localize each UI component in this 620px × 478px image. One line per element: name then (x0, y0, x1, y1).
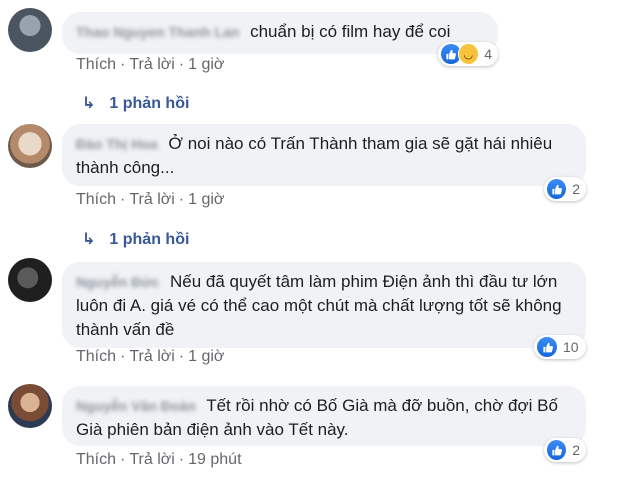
reaction-count: 10 (563, 339, 579, 355)
reaction-count: 2 (572, 442, 580, 458)
comment-bubble: Nguyễn Đức Nếu đã quyết tâm làm phim Điệ… (62, 262, 586, 348)
like-icon (546, 439, 568, 461)
comment-actions: Thích · Trả lời · 19 phút (76, 451, 242, 469)
reaction-summary[interactable]: 2 (544, 177, 586, 201)
comment-actions: Thích · Trả lời · 1 giờ (76, 191, 224, 209)
reply-link[interactable]: Trả lời (129, 56, 174, 73)
separator: · (120, 451, 126, 468)
separator: · (178, 348, 185, 365)
reply-link[interactable]: Trả lời (129, 451, 174, 468)
comment-author[interactable]: Nguyễn Văn Đoàn (76, 398, 196, 414)
comment-bubble: Thao Nguyen Thanh Lan chuẩn bị có film h… (62, 12, 498, 54)
reply-arrow-icon: ↳ (82, 95, 96, 112)
comment-text: chuẩn bị có film hay để coi (250, 22, 451, 41)
timestamp[interactable]: 1 giờ (188, 191, 224, 208)
avatar[interactable] (8, 384, 52, 428)
separator: · (120, 348, 126, 365)
separator: · (178, 191, 185, 208)
separator: · (178, 451, 185, 468)
replies-count-label: 1 phản hồi (109, 231, 190, 248)
like-icon (536, 336, 558, 358)
separator: · (178, 56, 185, 73)
timestamp[interactable]: 19 phút (188, 451, 241, 468)
avatar[interactable] (8, 258, 52, 302)
avatar[interactable] (8, 124, 52, 168)
avatar[interactable] (8, 8, 52, 52)
separator: · (120, 56, 126, 73)
reaction-summary[interactable]: 2 (544, 438, 586, 462)
like-link[interactable]: Thích (76, 348, 116, 365)
like-icon (546, 178, 568, 200)
reply-arrow-icon: ↳ (82, 231, 96, 248)
comment-bubble: Nguyễn Văn Đoàn Tết rồi nhờ có Bố Già mà… (62, 386, 586, 446)
comment-author[interactable]: Đào Thị Hoa (76, 136, 158, 152)
timestamp[interactable]: 1 giờ (188, 56, 224, 73)
reaction-summary[interactable]: ◡ 4 (438, 42, 498, 66)
haha-icon: ◡ (457, 43, 480, 65)
view-replies-link[interactable]: ↳ 1 phản hồi (82, 229, 189, 249)
comment-actions: Thích · Trả lời · 1 giờ (76, 56, 224, 74)
comment-bubble: Đào Thị Hoa Ở noi nào có Trấn Thành tham… (62, 124, 586, 186)
reaction-count: 4 (484, 46, 492, 62)
comment-actions: Thích · Trả lời · 1 giờ (76, 348, 224, 366)
like-link[interactable]: Thích (76, 56, 116, 73)
view-replies-link[interactable]: ↳ 1 phản hồi (82, 93, 189, 113)
like-link[interactable]: Thích (76, 451, 116, 468)
reply-link[interactable]: Trả lời (129, 191, 174, 208)
like-link[interactable]: Thích (76, 191, 116, 208)
comment-author[interactable]: Thao Nguyen Thanh Lan (76, 24, 239, 40)
comment-author[interactable]: Nguyễn Đức (76, 274, 159, 290)
separator: · (120, 191, 126, 208)
reaction-summary[interactable]: 10 (534, 335, 586, 359)
reply-link[interactable]: Trả lời (129, 348, 174, 365)
replies-count-label: 1 phản hồi (109, 95, 190, 112)
reaction-count: 2 (572, 181, 580, 197)
timestamp[interactable]: 1 giờ (188, 348, 224, 365)
